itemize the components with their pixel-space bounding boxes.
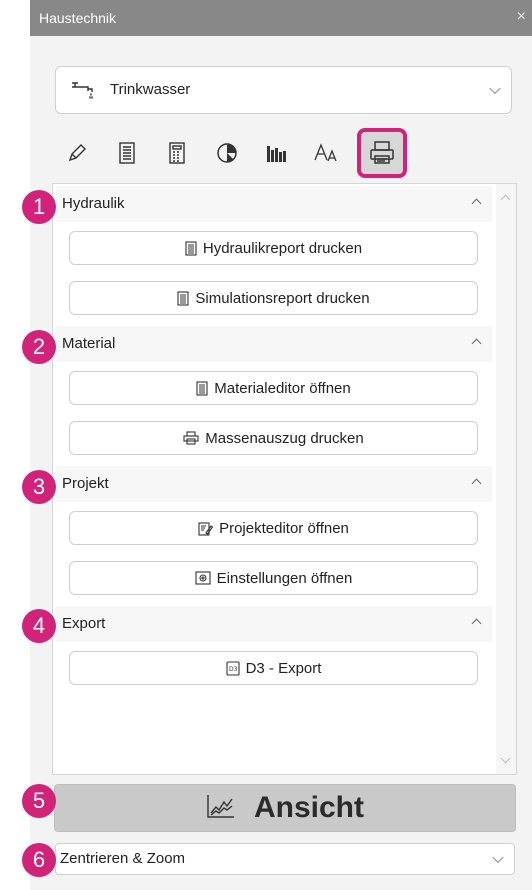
list-document-icon <box>119 142 135 164</box>
edit-document-icon <box>198 521 214 536</box>
tool-print[interactable] <box>357 128 407 178</box>
tool-pie[interactable] <box>205 126 249 180</box>
printer-icon <box>183 431 199 445</box>
section-material-header[interactable]: Material <box>56 326 492 362</box>
tool-font[interactable] <box>305 126 349 180</box>
callout-badge-1: 1 <box>22 190 56 224</box>
water-tap-icon <box>70 79 96 106</box>
document-icon <box>196 380 208 396</box>
collapse-icon <box>471 478 482 489</box>
toolbar <box>55 126 510 182</box>
window-title: Haustechnik <box>39 10 117 26</box>
button-label: Massenauszug drucken <box>205 429 364 447</box>
callout-badge-4: 4 <box>22 609 56 643</box>
print-hydraulic-report-button[interactable]: Hydraulikreport drucken <box>69 231 478 265</box>
print-bill-of-quantities-button[interactable]: Massenauszug drucken <box>69 421 478 455</box>
callout-badge-6: 6 <box>22 843 56 877</box>
bar-chart-icon <box>267 146 286 162</box>
d3-file-icon: D3 <box>226 660 240 676</box>
line-chart-icon <box>206 793 236 824</box>
svg-text:D3: D3 <box>229 666 238 673</box>
chevron-down-icon <box>489 82 501 95</box>
scrollbar[interactable] <box>496 184 516 774</box>
callout-badge-5: 5 <box>22 784 56 818</box>
section-title: Hydraulik <box>62 195 125 212</box>
button-label: Materialeditor öffnen <box>214 379 351 397</box>
close-button[interactable]: × <box>517 8 526 26</box>
print-simulation-report-button[interactable]: Simulationsreport drucken <box>69 281 478 315</box>
section-export-header[interactable]: Export <box>56 606 492 642</box>
collapse-icon <box>471 338 482 349</box>
button-label: Simulationsreport drucken <box>195 289 370 307</box>
scroll-down-icon[interactable] <box>500 753 511 764</box>
button-label: D3 - Export <box>245 659 322 677</box>
section-hydraulik-header[interactable]: Hydraulik <box>56 186 492 222</box>
view-button-label: Ansicht <box>253 791 364 824</box>
open-project-editor-button[interactable]: Projekteditor öffnen <box>69 511 478 545</box>
button-label: Einstellungen öffnen <box>216 569 353 587</box>
printer-icon <box>370 141 394 164</box>
collapse-icon <box>471 618 482 629</box>
chevron-down-icon <box>492 851 504 864</box>
d3-export-button[interactable]: D3 D3 - Export <box>69 651 478 685</box>
tool-calculator[interactable] <box>155 126 199 180</box>
section-projekt-header[interactable]: Projekt <box>56 466 492 502</box>
actions-list: Hydraulik Hydraulikreport drucken Simula… <box>52 183 517 775</box>
title-bar: Haustechnik × <box>30 0 532 36</box>
callout-badge-3: 3 <box>22 470 56 504</box>
system-dropdown-value: Trinkwasser <box>110 81 191 98</box>
button-label: Projekteditor öffnen <box>219 519 349 537</box>
font-size-icon <box>314 143 337 162</box>
section-title: Export <box>62 615 106 632</box>
pie-chart-icon <box>217 143 237 163</box>
open-material-editor-button[interactable]: Materialeditor öffnen <box>69 371 478 405</box>
section-title: Projekt <box>62 475 109 492</box>
button-label: Hydraulikreport drucken <box>202 239 363 257</box>
scroll-up-icon[interactable] <box>500 194 511 205</box>
tool-list[interactable] <box>105 126 149 180</box>
callout-badge-2: 2 <box>22 330 56 364</box>
tool-bars[interactable] <box>255 126 299 180</box>
view-button[interactable]: Ansicht <box>54 784 516 832</box>
document-icon <box>185 240 197 256</box>
document-icon <box>177 290 189 306</box>
zoom-dropdown-value: Zentrieren & Zoom <box>60 850 186 867</box>
calculator-icon <box>169 142 185 164</box>
haustechnik-panel: Haustechnik × Trinkwasser Hydraulik Hydr… <box>30 0 532 890</box>
section-title: Material <box>62 335 116 352</box>
collapse-icon <box>471 198 482 209</box>
pencil-icon <box>68 144 86 162</box>
zoom-dropdown[interactable]: Zentrieren & Zoom <box>55 843 515 875</box>
open-settings-button[interactable]: Einstellungen öffnen <box>69 561 478 595</box>
system-dropdown[interactable]: Trinkwasser <box>55 66 512 114</box>
tool-edit[interactable] <box>55 126 99 180</box>
settings-icon <box>195 571 211 585</box>
